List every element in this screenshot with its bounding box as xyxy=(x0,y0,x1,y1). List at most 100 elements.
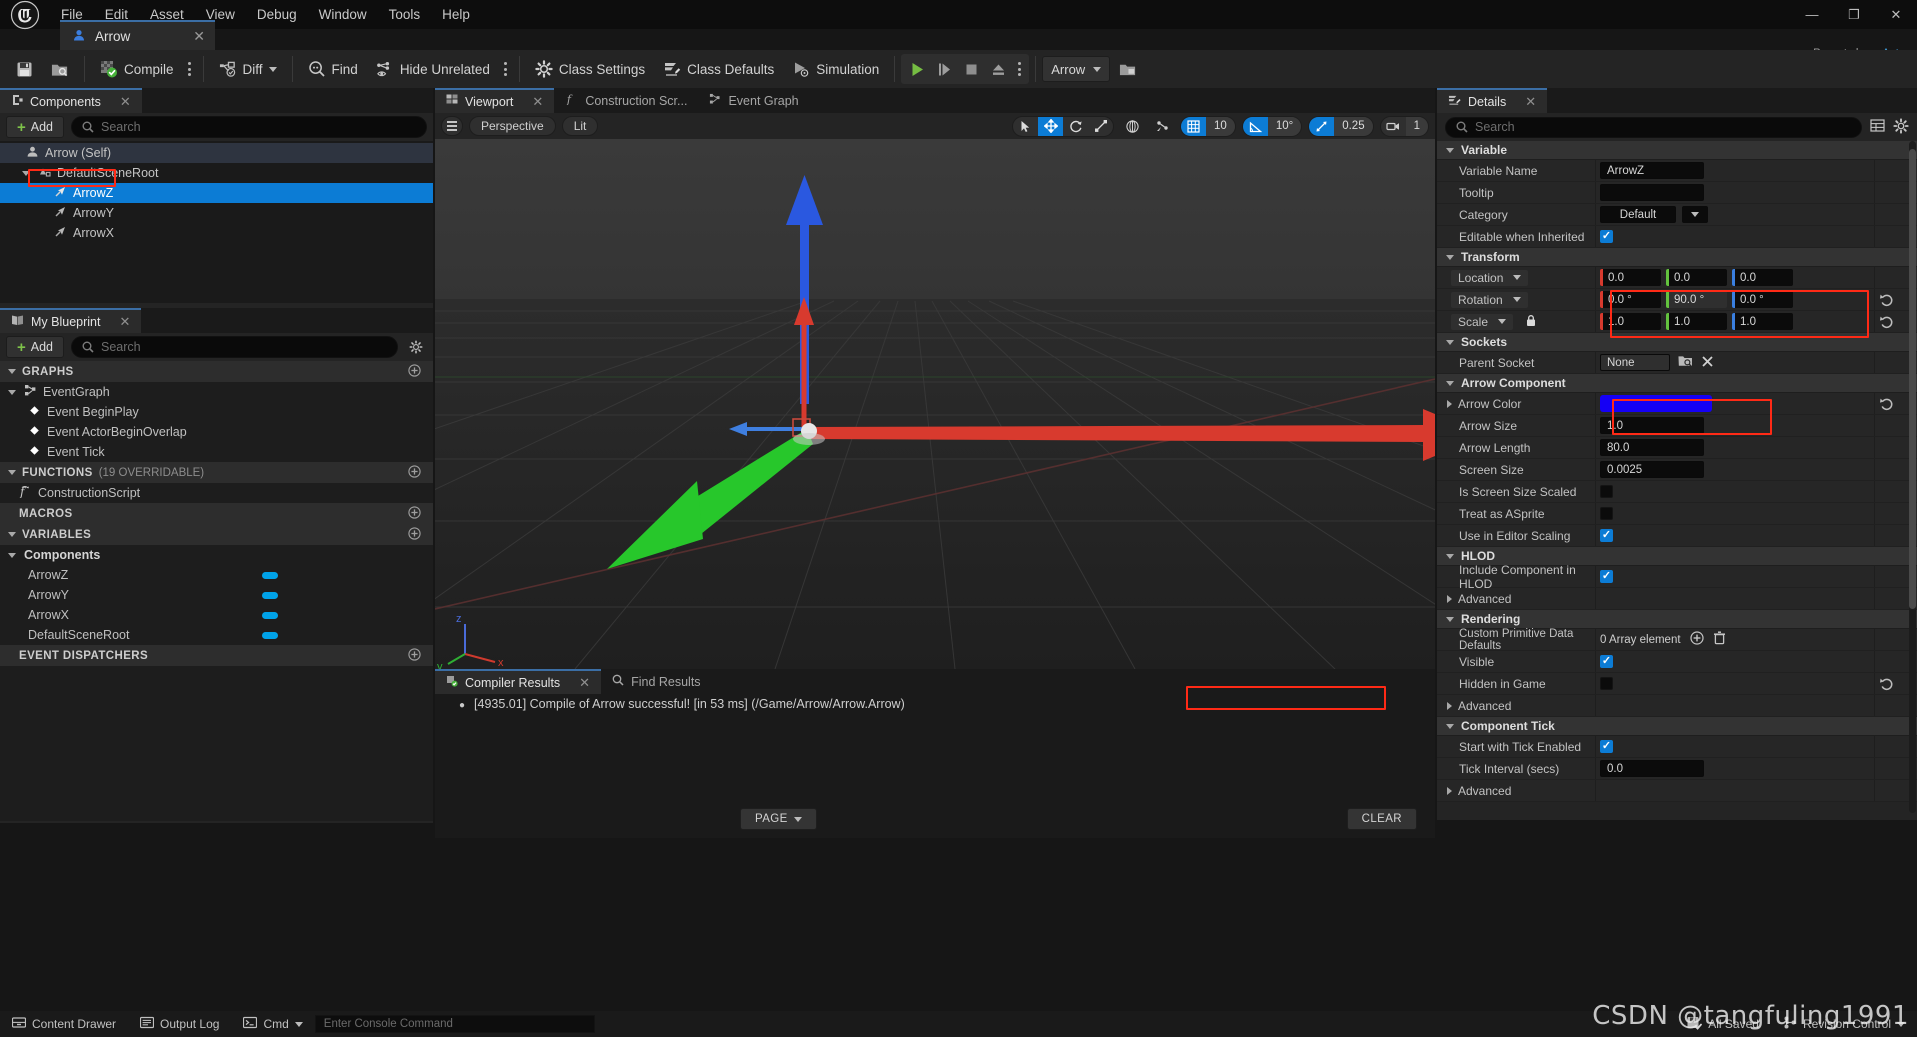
clear-socket-icon[interactable] xyxy=(1701,355,1714,371)
category-header-arrow-component[interactable]: Arrow Component xyxy=(1437,374,1917,393)
rotation-roll-input[interactable]: 0.0 ° xyxy=(1600,291,1661,308)
section-header-graphs[interactable]: GRAPHS xyxy=(0,361,433,382)
viewport-options-menu-button[interactable] xyxy=(441,116,463,136)
expander-down-icon[interactable] xyxy=(1446,254,1454,260)
expander-down-icon[interactable] xyxy=(1446,339,1454,345)
hidden-in-game-checkbox[interactable] xyxy=(1600,677,1613,690)
parent-socket-input[interactable]: None xyxy=(1600,354,1670,371)
compile-button[interactable]: Compile xyxy=(91,54,183,84)
simulation-button[interactable]: Simulation xyxy=(783,54,888,84)
select-tool-button[interactable] xyxy=(1013,117,1038,136)
section-header-event-dispatchers[interactable]: EVENT DISPATCHERS xyxy=(0,645,433,666)
tab-viewport[interactable]: Viewport ✕ xyxy=(435,88,555,113)
add-event-dispatcher-button[interactable] xyxy=(408,647,421,664)
play-button[interactable] xyxy=(904,55,931,83)
scale-snap-value[interactable]: 0.25 xyxy=(1334,116,1373,136)
camera-speed-group[interactable]: 1 xyxy=(1379,115,1429,137)
expander-down-icon[interactable] xyxy=(1446,616,1454,622)
platforms-button[interactable] xyxy=(1110,54,1146,84)
location-z-input[interactable]: 0.0 xyxy=(1732,269,1793,286)
details-scrollbar[interactable] xyxy=(1909,141,1916,813)
tab-my-blueprint[interactable]: My Blueprint ✕ xyxy=(0,308,142,333)
tree-item-arrowx[interactable]: ArrowX xyxy=(0,223,433,243)
clear-button[interactable]: CLEAR xyxy=(1346,808,1417,830)
rotation-dropdown[interactable]: Rotation xyxy=(1451,291,1528,308)
blueprint-item-event-tick[interactable]: Event Tick xyxy=(0,442,433,462)
section-header-functions[interactable]: FUNCTIONS (19 OVERRIDABLE) xyxy=(0,462,433,483)
surface-snap-button[interactable] xyxy=(1150,116,1174,137)
tab-find-results[interactable]: Find Results xyxy=(601,669,711,694)
location-x-input[interactable]: 0.0 xyxy=(1600,269,1661,286)
myblueprint-settings-button[interactable] xyxy=(405,340,427,354)
page-button[interactable]: PAGE xyxy=(740,808,817,830)
location-dropdown[interactable]: Location xyxy=(1451,269,1529,286)
details-settings-button[interactable] xyxy=(1893,117,1909,137)
arrow-color-swatch[interactable] xyxy=(1600,395,1712,412)
add-variable-button[interactable] xyxy=(408,526,421,543)
hide-unrelated-button[interactable]: Hide Unrelated xyxy=(367,54,499,84)
content-drawer-button[interactable]: Content Drawer xyxy=(0,1011,128,1037)
scale-tool-button[interactable] xyxy=(1088,117,1113,136)
camera-mode-button[interactable]: Perspective xyxy=(469,116,556,136)
eject-button[interactable] xyxy=(985,55,1012,83)
tab-close-icon[interactable]: ✕ xyxy=(1525,94,1536,110)
diff-button[interactable]: Diff xyxy=(210,54,286,84)
document-tab-close-icon[interactable]: ✕ xyxy=(173,28,205,45)
expander-down-icon[interactable] xyxy=(8,470,16,475)
variable-item-arrowz[interactable]: ArrowZ xyxy=(0,565,433,585)
grid-snap-value[interactable]: 10 xyxy=(1206,116,1235,136)
tab-details[interactable]: Details ✕ xyxy=(1437,88,1548,113)
document-tab-arrow[interactable]: Arrow ✕ xyxy=(60,20,215,50)
angle-snap-group[interactable]: 10° xyxy=(1241,115,1303,137)
tab-components[interactable]: Components ✕ xyxy=(0,88,142,113)
view-mode-button[interactable]: Lit xyxy=(561,116,599,136)
details-columns-button[interactable] xyxy=(1870,118,1885,136)
treat-as-asprite-checkbox[interactable] xyxy=(1600,507,1613,520)
blueprint-item-eventgraph[interactable]: EventGraph xyxy=(0,382,433,402)
console-command-input[interactable]: Enter Console Command xyxy=(314,1015,595,1033)
expander-down-icon[interactable] xyxy=(1446,553,1454,559)
scale-snap-icon[interactable] xyxy=(1309,116,1335,136)
expander-down-icon[interactable] xyxy=(1446,723,1454,729)
tab-event-graph[interactable]: Event Graph xyxy=(698,88,809,113)
scale-snap-group[interactable]: 0.25 xyxy=(1308,115,1374,137)
variable-item-arrowy[interactable]: ArrowY xyxy=(0,585,433,605)
add-component-button[interactable]: + Add xyxy=(6,116,65,138)
browse-socket-icon[interactable] xyxy=(1678,354,1693,371)
include-component-in-hlod-checkbox[interactable] xyxy=(1600,570,1613,583)
scale-lock-icon[interactable] xyxy=(1525,314,1537,330)
tree-item-arrow-self[interactable]: Arrow (Self) xyxy=(0,143,433,163)
add-graph-button[interactable] xyxy=(408,363,421,380)
variable-item-defaultsceneroot[interactable]: DefaultSceneRoot xyxy=(0,625,433,645)
add-blueprint-item-button[interactable]: + Add xyxy=(6,336,65,358)
expander-right-icon[interactable] xyxy=(1447,786,1452,795)
step-button[interactable] xyxy=(931,55,958,83)
tooltip-input[interactable] xyxy=(1600,184,1704,201)
blueprint-item-constructionscript[interactable]: f ConstructionScript xyxy=(0,483,433,503)
viewport-3d-canvas[interactable]: z x y xyxy=(435,139,1435,669)
add-function-button[interactable] xyxy=(408,464,421,481)
screen-size-input[interactable]: 0.0025 xyxy=(1600,461,1704,478)
browse-to-asset-button[interactable] xyxy=(42,54,78,84)
use-in-editor-scaling-checkbox[interactable] xyxy=(1600,529,1613,542)
category-dropdown-button[interactable] xyxy=(1682,206,1708,223)
scale-y-input[interactable]: 1.0 xyxy=(1666,313,1727,330)
variable-group-components[interactable]: Components xyxy=(0,545,433,565)
section-header-variables[interactable]: VARIABLES xyxy=(0,524,433,545)
tree-item-defaultsceneroot[interactable]: DefaultSceneRoot xyxy=(0,163,433,183)
rotate-tool-button[interactable] xyxy=(1063,117,1088,136)
find-button[interactable]: Find xyxy=(299,54,367,84)
cmd-dropdown-button[interactable]: Cmd xyxy=(231,1011,314,1037)
rotation-yaw-input[interactable]: 0.0 ° xyxy=(1732,291,1793,308)
scale-z-input[interactable]: 1.0 xyxy=(1732,313,1793,330)
prop-tick-advanced[interactable]: Advanced xyxy=(1437,780,1917,802)
expander-down-icon[interactable] xyxy=(1446,147,1454,153)
blueprint-item-event-actorbeginoverlap[interactable]: Event ActorBeginOverlap xyxy=(0,422,433,442)
camera-speed-value[interactable]: 1 xyxy=(1405,116,1428,136)
tab-construction-script[interactable]: f Construction Scr... xyxy=(554,88,698,113)
output-log-button[interactable]: Output Log xyxy=(128,1011,231,1037)
editable-when-inherited-checkbox[interactable] xyxy=(1600,230,1613,243)
grid-snap-icon[interactable] xyxy=(1181,116,1207,136)
expander-right-icon[interactable] xyxy=(1447,399,1452,408)
tab-close-icon[interactable]: ✕ xyxy=(532,94,543,110)
